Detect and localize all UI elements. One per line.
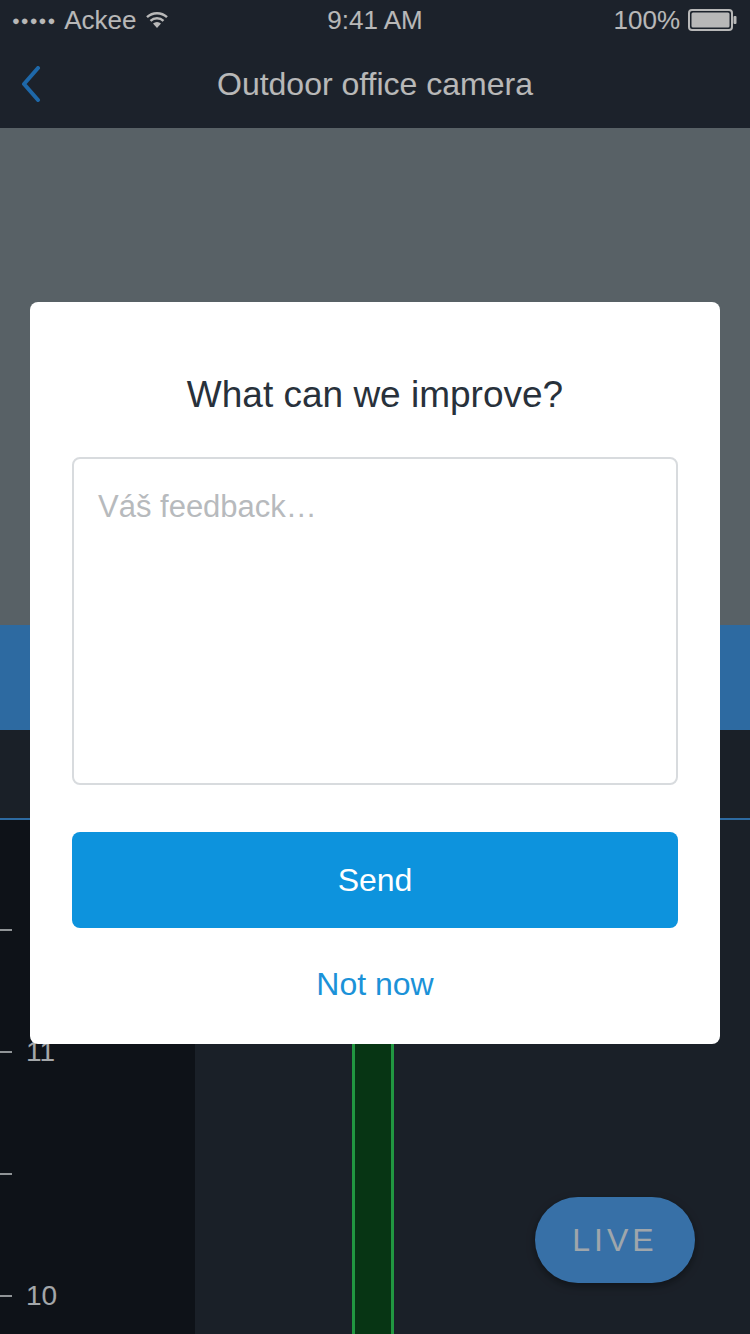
feedback-input[interactable] [72,457,678,785]
not-now-button[interactable]: Not now [72,928,678,1044]
send-button[interactable]: Send [72,832,678,928]
camera-screen: ●●●●● Ackee 9:41 AM 100% Outdoor office … [0,0,750,1334]
feedback-dialog: What can we improve? Send Not now [30,302,720,1044]
dialog-title: What can we improve? [72,372,678,418]
